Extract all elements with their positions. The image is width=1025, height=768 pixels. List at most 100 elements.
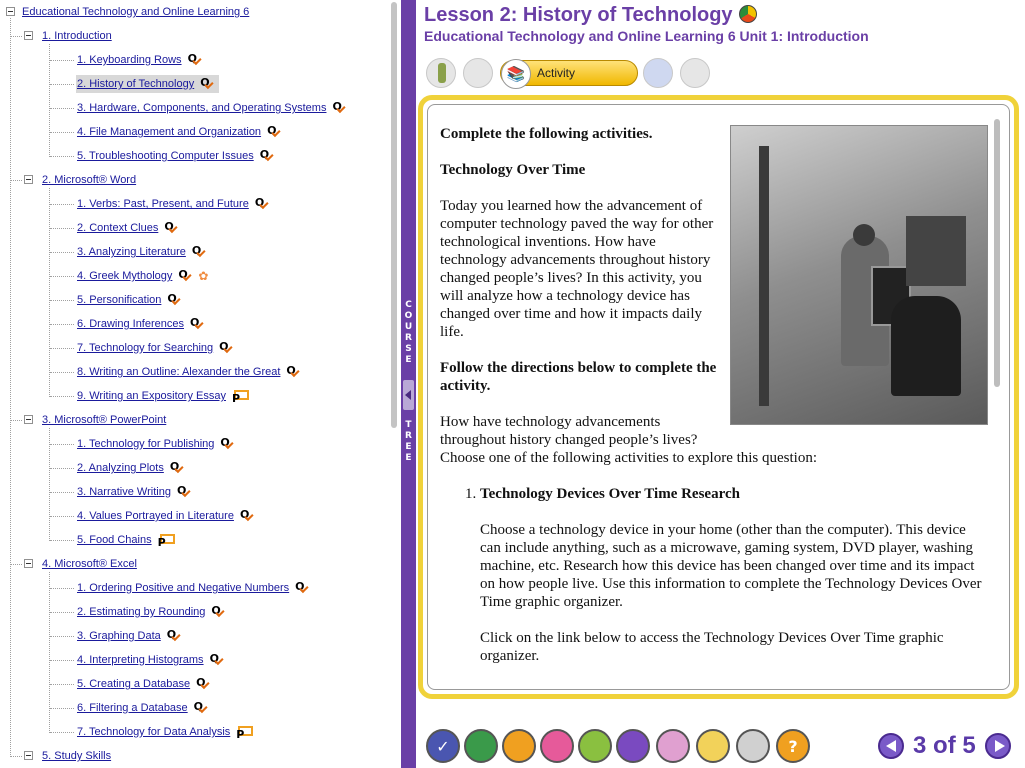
section-heading: Technology Over Time: [440, 162, 586, 178]
quiz-check-icon: Q: [255, 196, 271, 211]
tree-link[interactable]: 2. Estimating by Rounding: [77, 606, 205, 618]
tree-item[interactable]: 6. Drawing Inferences Q: [77, 316, 206, 332]
tree-connector: [50, 516, 74, 517]
tree-item[interactable]: 1. Ordering Positive and Negative Number…: [77, 580, 311, 596]
tree-link[interactable]: 2. Microsoft® Word: [42, 174, 136, 186]
refresh-icon[interactable]: [643, 58, 673, 88]
notes-icon[interactable]: [680, 58, 710, 88]
collapse-toggle[interactable]: [24, 559, 33, 568]
tree-link[interactable]: 1. Ordering Positive and Negative Number…: [77, 582, 289, 594]
tree-item[interactable]: 8. Writing an Outline: Alexander the Gre…: [77, 364, 302, 380]
tree-item[interactable]: 5. Study Skills: [42, 748, 111, 764]
tree-link[interactable]: 3. Microsoft® PowerPoint: [42, 414, 166, 426]
backpack-icon[interactable]: [502, 729, 536, 763]
tree-item[interactable]: 2. Estimating by Rounding Q: [77, 604, 227, 620]
tree-link[interactable]: 6. Drawing Inferences: [77, 318, 184, 330]
tree-item[interactable]: Educational Technology and Online Learni…: [22, 4, 249, 20]
tree-link[interactable]: 4. Greek Mythology: [77, 270, 172, 282]
collapse-toggle[interactable]: [24, 31, 33, 40]
tree-link[interactable]: 3. Graphing Data: [77, 630, 161, 642]
tree-link[interactable]: 4. File Management and Organization: [77, 126, 261, 138]
tree-item[interactable]: 2. Analyzing Plots Q: [77, 460, 186, 476]
tree-item[interactable]: 1. Introduction: [42, 28, 112, 44]
course-tree-divider[interactable]: COURSE TREE: [401, 0, 416, 768]
tree-link[interactable]: 4. Microsoft® Excel: [42, 558, 137, 570]
tree-item[interactable]: 7. Technology for Data Analysis P: [77, 724, 254, 741]
tree-link[interactable]: 4. Interpreting Histograms: [77, 654, 204, 666]
activity-button[interactable]: 📚 Activity: [500, 59, 638, 89]
check-icon[interactable]: ✓: [426, 729, 460, 763]
tree-item[interactable]: 5. Troubleshooting Computer Issues Q: [77, 148, 276, 164]
collapse-toggle[interactable]: [24, 415, 33, 424]
tree-item[interactable]: 4. Values Portrayed in Literature Q: [77, 508, 256, 524]
tree-item[interactable]: 1. Technology for Publishing Q: [77, 436, 236, 452]
tree-link[interactable]: 5. Study Skills: [42, 750, 111, 762]
monitor-icon[interactable]: [656, 729, 690, 763]
tree-link[interactable]: 2. Analyzing Plots: [77, 462, 164, 474]
content-scrollbar[interactable]: [994, 119, 1000, 387]
content-viewport[interactable]: Complete the following activities. Techn…: [427, 104, 1010, 690]
tree-item[interactable]: 4. Microsoft® Excel: [42, 556, 137, 572]
tree-item[interactable]: 3. Graphing Data Q: [77, 628, 183, 644]
traffic-light-icon[interactable]: [426, 58, 456, 88]
tree-link[interactable]: 1. Keyboarding Rows: [77, 54, 182, 66]
tree-link[interactable]: 1. Verbs: Past, Present, and Future: [77, 198, 249, 210]
tree-link[interactable]: 3. Narrative Writing: [77, 486, 171, 498]
tree-item[interactable]: 3. Narrative Writing Q: [77, 484, 193, 500]
tree-item[interactable]: 5. Food Chains P: [77, 532, 176, 549]
tree-item[interactable]: 7. Technology for Searching Q: [77, 340, 235, 356]
tree-item[interactable]: 9. Writing an Expository Essay P: [77, 388, 250, 405]
collapse-toggle[interactable]: [24, 751, 33, 760]
tree-item[interactable]: 5. Personification Q: [77, 292, 183, 308]
grid-icon[interactable]: [578, 729, 612, 763]
collapse-toggle[interactable]: [6, 7, 15, 16]
tree-item[interactable]: 5. Creating a Database Q: [77, 676, 212, 692]
next-page-button[interactable]: [984, 733, 1011, 759]
tree-link[interactable]: 8. Writing an Outline: Alexander the Gre…: [77, 366, 280, 378]
pushpin-icon[interactable]: [540, 729, 574, 763]
tree-link[interactable]: 5. Troubleshooting Computer Issues: [77, 150, 254, 162]
page-icon[interactable]: [463, 58, 493, 88]
tree-item[interactable]: 6. Filtering a Database Q: [77, 700, 210, 716]
tree-item[interactable]: 2. Context Clues Q: [77, 220, 180, 236]
tree-item[interactable]: 2. Microsoft® Word: [42, 172, 136, 188]
tree-connector: [50, 204, 74, 205]
tree-scrollbar[interactable]: [391, 2, 397, 428]
tree-item[interactable]: 4. File Management and Organization Q: [77, 124, 283, 140]
tree-item[interactable]: 4. Interpreting Histograms Q: [77, 652, 226, 668]
collapse-toggle[interactable]: [24, 175, 33, 184]
tree-link[interactable]: 2. Context Clues: [77, 222, 158, 234]
quiz-check-icon: Q: [260, 148, 276, 163]
scanner-icon[interactable]: [736, 729, 770, 763]
tree-connector: [50, 732, 74, 733]
tree-link[interactable]: 1. Introduction: [42, 30, 112, 42]
tree-link[interactable]: 2. History of Technology: [77, 78, 194, 90]
tree-item-selected[interactable]: 2. History of Technology Q: [76, 75, 220, 93]
tree-link[interactable]: 5. Food Chains: [77, 534, 152, 546]
flower-icon: ✿: [198, 269, 209, 283]
tree-link[interactable]: 5. Personification: [77, 294, 161, 306]
tree-item[interactable]: 1. Keyboarding Rows Q: [77, 52, 204, 68]
tree-link[interactable]: 7. Technology for Searching: [77, 342, 213, 354]
tree-link[interactable]: 3. Hardware, Components, and Operating S…: [77, 102, 326, 114]
tree-item[interactable]: 3. Analyzing Literature Q: [77, 244, 208, 260]
tree-link[interactable]: Educational Technology and Online Learni…: [22, 6, 249, 18]
target-icon[interactable]: [616, 729, 650, 763]
lesson-content: Complete the following activities. Techn…: [440, 125, 988, 683]
help-icon[interactable]: ?: [776, 729, 810, 763]
tree-link[interactable]: 3. Analyzing Literature: [77, 246, 186, 258]
tree-item[interactable]: 3. Hardware, Components, and Operating S…: [77, 100, 348, 116]
collapse-tree-handle[interactable]: [403, 380, 414, 410]
tree-item[interactable]: 1. Verbs: Past, Present, and Future Q: [77, 196, 271, 212]
tree-link[interactable]: 5. Creating a Database: [77, 678, 190, 690]
book-icon[interactable]: [464, 729, 498, 763]
tree-link[interactable]: 4. Values Portrayed in Literature: [77, 510, 234, 522]
tree-item[interactable]: 4. Greek Mythology Q ✿: [77, 268, 208, 284]
tree-link[interactable]: 7. Technology for Data Analysis: [77, 726, 230, 738]
printer-icon[interactable]: [696, 729, 730, 763]
tree-link[interactable]: 9. Writing an Expository Essay: [77, 390, 226, 402]
tree-item[interactable]: 3. Microsoft® PowerPoint: [42, 412, 166, 428]
tree-link[interactable]: 6. Filtering a Database: [77, 702, 188, 714]
previous-page-button[interactable]: [878, 733, 904, 759]
tree-link[interactable]: 1. Technology for Publishing: [77, 438, 214, 450]
